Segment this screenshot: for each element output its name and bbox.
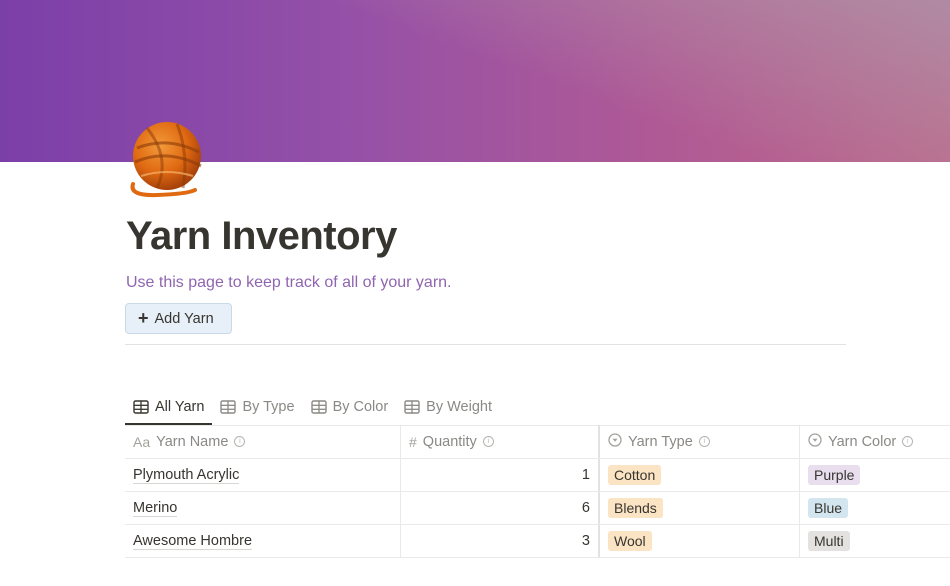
page-description[interactable]: Use this page to keep track of all of yo…	[126, 274, 452, 292]
column-label: Yarn Color	[828, 433, 897, 450]
column-header-yarn-name[interactable]: Aa Yarn Name i	[125, 425, 401, 458]
table-row[interactable]: Plymouth Acrylic 1 Cotton Purple	[125, 459, 950, 492]
column-header-yarn-type[interactable]: Yarn Type i	[600, 425, 800, 458]
yarn-color-tag: Multi	[808, 531, 850, 551]
table-row[interactable]: Merino 6 Blends Blue	[125, 492, 950, 525]
quantity-value: 3	[581, 533, 590, 549]
table-icon	[133, 399, 149, 414]
yarn-ball-icon[interactable]	[127, 118, 205, 200]
yarn-name[interactable]: Awesome Hombre	[133, 533, 253, 550]
select-type-icon	[608, 433, 622, 450]
info-icon[interactable]: i	[482, 436, 494, 447]
cell-quantity[interactable]: 1	[401, 459, 600, 491]
info-icon[interactable]: i	[902, 436, 914, 447]
tab-by-color[interactable]: By Color	[303, 390, 397, 423]
tab-label: By Weight	[426, 398, 492, 415]
table-header-row: Aa Yarn Name i # Quantity i Yarn Type i …	[125, 425, 950, 459]
column-header-yarn-color[interactable]: Yarn Color i	[800, 425, 950, 458]
cell-yarn-color[interactable]: Purple	[800, 459, 950, 491]
add-yarn-button[interactable]: + Add Yarn	[125, 303, 232, 334]
info-icon[interactable]: i	[698, 436, 710, 447]
column-label: Quantity	[422, 433, 477, 450]
cell-yarn-type[interactable]: Cotton	[600, 459, 800, 491]
number-type-icon: #	[409, 433, 417, 450]
view-tabs: All Yarn By Type By Color By Weight	[125, 390, 500, 425]
cell-yarn-name[interactable]: Plymouth Acrylic	[125, 459, 401, 491]
column-header-quantity[interactable]: # Quantity i	[401, 425, 600, 458]
tab-all-yarn[interactable]: All Yarn	[125, 390, 213, 425]
cell-yarn-name[interactable]: Awesome Hombre	[125, 525, 401, 557]
yarn-table: Aa Yarn Name i # Quantity i Yarn Type i …	[125, 425, 950, 558]
column-label: Yarn Type	[628, 433, 693, 450]
quantity-value: 1	[581, 467, 590, 483]
divider	[125, 344, 846, 345]
table-icon	[404, 399, 420, 414]
add-yarn-label: Add Yarn	[154, 310, 214, 327]
cell-yarn-type[interactable]: Wool	[600, 525, 800, 557]
yarn-name[interactable]: Merino	[133, 500, 178, 517]
yarn-type-tag: Blends	[608, 498, 663, 518]
yarn-color-tag: Blue	[808, 498, 849, 518]
cell-yarn-color[interactable]: Blue	[800, 492, 950, 524]
tab-label: All Yarn	[155, 398, 205, 415]
tab-label: By Type	[242, 398, 295, 415]
cell-quantity[interactable]: 6	[401, 492, 600, 524]
yarn-name[interactable]: Plymouth Acrylic	[133, 467, 240, 484]
yarn-type-tag: Wool	[608, 531, 652, 551]
tab-by-weight[interactable]: By Weight	[396, 390, 500, 423]
select-type-icon	[808, 433, 822, 450]
page-title[interactable]: Yarn Inventory	[126, 214, 397, 259]
yarn-color-tag: Purple	[808, 465, 861, 485]
table-row[interactable]: Awesome Hombre 3 Wool Multi	[125, 525, 950, 558]
column-label: Yarn Name	[156, 433, 229, 450]
cell-yarn-type[interactable]: Blends	[600, 492, 800, 524]
cell-yarn-color[interactable]: Multi	[800, 525, 950, 557]
cell-quantity[interactable]: 3	[401, 525, 600, 557]
tab-label: By Color	[332, 398, 389, 415]
tab-by-type[interactable]: By Type	[212, 390, 302, 423]
yarn-type-tag: Cotton	[608, 465, 662, 485]
plus-icon: +	[138, 307, 149, 328]
info-icon[interactable]: i	[234, 436, 246, 447]
text-type-icon: Aa	[133, 433, 151, 450]
cell-yarn-name[interactable]: Merino	[125, 492, 401, 524]
quantity-value: 6	[581, 500, 590, 516]
table-icon	[220, 399, 237, 414]
table-icon	[310, 399, 327, 414]
